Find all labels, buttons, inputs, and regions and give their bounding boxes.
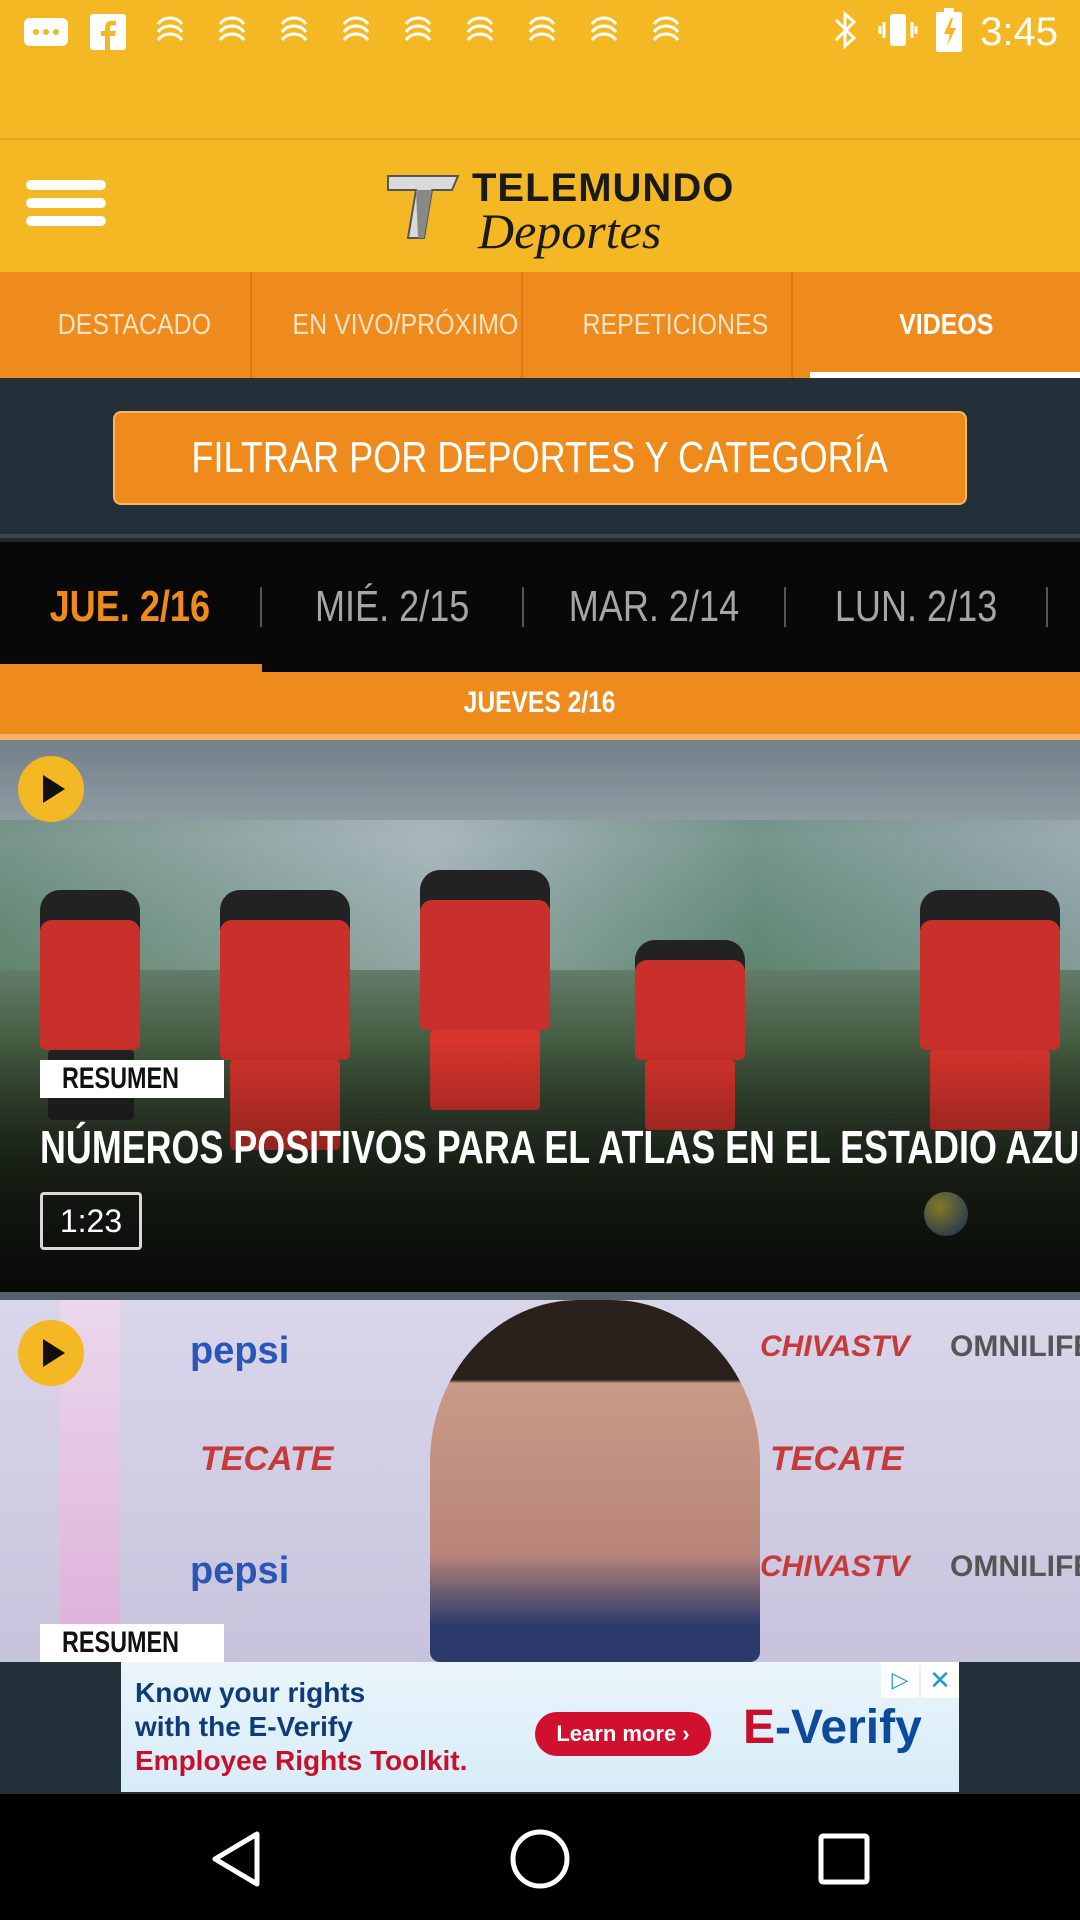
play-icon[interactable] bbox=[18, 1320, 84, 1386]
telemundo-deportes-logo: TELEMUNDO Deportes bbox=[386, 162, 733, 259]
ad-brand-logo: E-Verify bbox=[743, 1701, 922, 1754]
app-notification-icon bbox=[146, 12, 194, 52]
vibrate-icon bbox=[878, 10, 918, 55]
app-notification-icon bbox=[580, 12, 628, 52]
ad-banner[interactable]: Know your rights with the E-Verify Emplo… bbox=[121, 1662, 959, 1792]
filter-button-label: FILTRAR POR DEPORTES Y CATEGORÍA bbox=[191, 433, 889, 482]
date-tab-mar[interactable]: MAR. 2/14 bbox=[524, 582, 786, 631]
day-header: JUEVES 2/16 bbox=[0, 672, 1080, 740]
date-tab-lun[interactable]: LUN. 2/13 bbox=[786, 582, 1048, 631]
logo-line2: Deportes bbox=[478, 203, 662, 259]
facebook-icon bbox=[84, 12, 132, 52]
tab-videos[interactable]: VIDEOS bbox=[830, 272, 1061, 378]
system-status: 3:45 bbox=[832, 8, 1058, 57]
home-icon[interactable] bbox=[500, 1824, 580, 1894]
day-header-label: JUEVES 2/16 bbox=[464, 686, 616, 719]
active-date-indicator bbox=[0, 664, 262, 672]
ad-text: Know your rights with the E-Verify Emplo… bbox=[135, 1677, 468, 1776]
bluetooth-icon bbox=[832, 10, 860, 55]
message-icon bbox=[22, 12, 70, 52]
telemundo-t-icon bbox=[387, 175, 460, 239]
ad-banner-container: Know your rights with the E-Verify Emplo… bbox=[0, 1662, 1080, 1794]
category-badge: RESUMEN bbox=[40, 1060, 224, 1098]
app-notification-icon bbox=[332, 12, 380, 52]
hamburger-menu-icon[interactable] bbox=[26, 180, 106, 236]
battery-charging-icon bbox=[936, 8, 963, 57]
date-tabs: JUE. 2/16 MIÉ. 2/15 MAR. 2/14 LUN. 2/13 bbox=[0, 542, 1080, 672]
date-tab-mie[interactable]: MIÉ. 2/15 bbox=[262, 582, 524, 631]
tab-en-vivo-proximo[interactable]: EN VIVO/PRÓXIMO bbox=[289, 272, 523, 378]
app-notification-icon bbox=[208, 12, 256, 52]
tab-destacado[interactable]: DESTACADO bbox=[19, 272, 252, 378]
sponsor-logo: TECATE bbox=[770, 1440, 904, 1478]
system-nav-bar bbox=[0, 1794, 1080, 1920]
filter-bar: FILTRAR POR DEPORTES Y CATEGORÍA bbox=[0, 378, 1080, 538]
card-divider bbox=[0, 1292, 1080, 1300]
category-badge: RESUMEN bbox=[40, 1624, 224, 1662]
video-card[interactable]: RESUMEN NÚMEROS POSITIVOS PARA EL ATLAS … bbox=[0, 740, 1080, 1292]
sponsor-logo: OMNILIFE bbox=[950, 1550, 1080, 1583]
date-tab-jue[interactable]: JUE. 2/16 bbox=[0, 582, 262, 631]
app-notification-icon bbox=[394, 12, 442, 52]
interviewee-figure bbox=[430, 1300, 760, 1662]
status-bar: 3:45 bbox=[0, 0, 1080, 138]
sponsor-logo: CHIVASTV bbox=[760, 1550, 910, 1583]
sponsor-logo: pepsi bbox=[190, 1550, 290, 1592]
video-card[interactable]: pepsi TECATE pepsi CHIVASTV TECATE CHIVA… bbox=[0, 1300, 1080, 1662]
recents-icon[interactable] bbox=[804, 1824, 884, 1894]
ad-learn-more-button[interactable]: Learn more › bbox=[535, 1712, 711, 1756]
play-icon[interactable] bbox=[18, 756, 84, 822]
sponsor-logo: TECATE bbox=[200, 1440, 334, 1478]
app-notification-icon bbox=[456, 12, 504, 52]
notification-icons bbox=[22, 12, 690, 52]
clock: 3:45 bbox=[980, 10, 1058, 54]
app-notification-icon bbox=[518, 12, 566, 52]
ad-choices-icon[interactable]: ▷ bbox=[881, 1662, 919, 1698]
ad-close-icon[interactable]: ✕ bbox=[921, 1662, 959, 1698]
video-duration: 1:23 bbox=[40, 1192, 142, 1250]
filter-button[interactable]: FILTRAR POR DEPORTES Y CATEGORÍA bbox=[113, 411, 967, 505]
app-notification-icon bbox=[642, 12, 690, 52]
sponsor-logo: CHIVASTV bbox=[760, 1330, 910, 1363]
tab-repeticiones[interactable]: REPETICIONES bbox=[560, 272, 793, 378]
sponsor-logo: pepsi bbox=[190, 1330, 290, 1372]
app-notification-icon bbox=[270, 12, 318, 52]
video-title: NÚMEROS POSITIVOS PARA EL ATLAS EN EL ES… bbox=[40, 1121, 1080, 1173]
app-header: TELEMUNDO Deportes bbox=[0, 138, 1080, 272]
sponsor-logo: OMNILIFE bbox=[950, 1330, 1080, 1363]
section-tabs: DESTACADO EN VIVO/PRÓXIMO REPETICIONES V… bbox=[0, 272, 1080, 378]
back-icon[interactable] bbox=[196, 1824, 276, 1894]
